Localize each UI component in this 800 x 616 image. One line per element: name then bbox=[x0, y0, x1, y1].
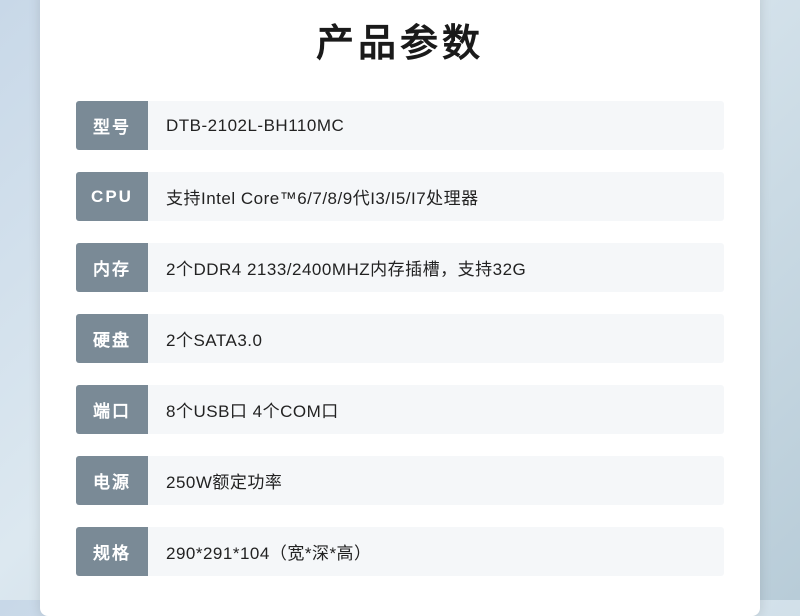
spec-label: 硬盘 bbox=[76, 314, 148, 363]
spec-value: 2个DDR4 2133/2400MHZ内存插槽，支持32G bbox=[148, 243, 724, 292]
table-row: 内存2个DDR4 2133/2400MHZ内存插槽，支持32G bbox=[76, 243, 724, 292]
spec-label: 电源 bbox=[76, 456, 148, 505]
page-title: 产品参数 bbox=[76, 12, 724, 67]
table-row: 规格290*291*104（宽*深*高） bbox=[76, 527, 724, 576]
table-row: CPU支持Intel Core™6/7/8/9代I3/I5/I7处理器 bbox=[76, 172, 724, 221]
spec-label: 规格 bbox=[76, 527, 148, 576]
spec-value: 8个USB口 4个COM口 bbox=[148, 385, 724, 434]
table-row: 硬盘2个SATA3.0 bbox=[76, 314, 724, 363]
spec-label: 内存 bbox=[76, 243, 148, 292]
table-row: 电源250W额定功率 bbox=[76, 456, 724, 505]
spec-value: DTB-2102L-BH110MC bbox=[148, 101, 724, 150]
spec-label: 端口 bbox=[76, 385, 148, 434]
table-row: 端口8个USB口 4个COM口 bbox=[76, 385, 724, 434]
spec-value: 250W额定功率 bbox=[148, 456, 724, 505]
spec-value: 2个SATA3.0 bbox=[148, 314, 724, 363]
spec-label: CPU bbox=[76, 172, 148, 221]
spec-value: 290*291*104（宽*深*高） bbox=[148, 527, 724, 576]
spec-table: 型号DTB-2102L-BH110MCCPU支持Intel Core™6/7/8… bbox=[76, 93, 724, 584]
spec-label: 型号 bbox=[76, 101, 148, 150]
table-row: 型号DTB-2102L-BH110MC bbox=[76, 101, 724, 150]
spec-value: 支持Intel Core™6/7/8/9代I3/I5/I7处理器 bbox=[148, 172, 724, 221]
product-specs-card: 产品参数 型号DTB-2102L-BH110MCCPU支持Intel Core™… bbox=[40, 0, 760, 616]
